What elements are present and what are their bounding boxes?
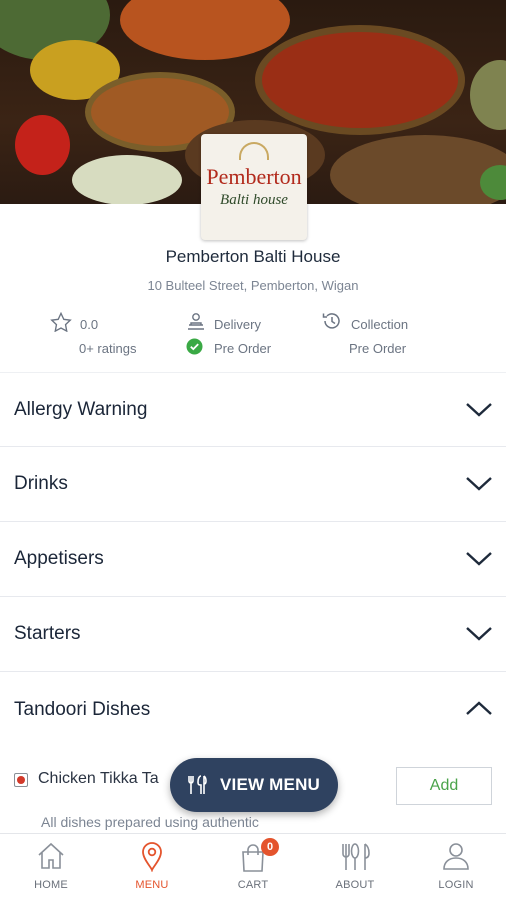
dish-description: All dishes prepared using authentic bbox=[41, 814, 259, 830]
category-starters[interactable]: Starters bbox=[0, 597, 506, 672]
chevron-down-icon bbox=[466, 403, 492, 417]
category-drinks[interactable]: Drinks bbox=[0, 447, 506, 522]
collection-label: Collection bbox=[351, 317, 409, 332]
nav-home[interactable]: HOME bbox=[11, 834, 91, 900]
nav-label: CART bbox=[237, 879, 269, 891]
collection-stat: Collection Pre Order bbox=[321, 310, 441, 362]
nav-menu[interactable]: MENU bbox=[112, 834, 192, 900]
logo-text-line2: Balti house bbox=[220, 191, 288, 208]
category-label: Appetisers bbox=[14, 548, 104, 569]
dish-name: Chicken Tikka Ta bbox=[38, 770, 159, 787]
dish-veg-indicator bbox=[14, 773, 28, 787]
nav-cart[interactable]: 0 CART bbox=[213, 834, 293, 900]
user-icon bbox=[443, 843, 469, 870]
nav-label: ABOUT bbox=[335, 879, 375, 891]
star-icon bbox=[50, 312, 72, 332]
nav-about[interactable]: ABOUT bbox=[315, 834, 395, 900]
menu-category-list: Allergy Warning Drinks Appetisers Starte… bbox=[0, 372, 506, 747]
category-label: Drinks bbox=[14, 473, 68, 494]
restaurant-logo: Pemberton Balti house bbox=[201, 134, 307, 240]
category-tandoori-dishes[interactable]: Tandoori Dishes bbox=[0, 672, 506, 747]
category-appetisers[interactable]: Appetisers bbox=[0, 522, 506, 597]
nav-label: HOME bbox=[34, 879, 68, 891]
clock-history-icon bbox=[322, 313, 340, 329]
category-label: Allergy Warning bbox=[14, 398, 148, 420]
chevron-down-icon bbox=[466, 627, 492, 641]
ratings-count: 0+ ratings bbox=[79, 341, 137, 356]
home-icon bbox=[38, 842, 64, 869]
rating-stat: 0.0 0+ ratings bbox=[50, 312, 160, 362]
chevron-up-icon bbox=[466, 701, 492, 715]
map-pin-icon bbox=[142, 842, 162, 872]
logo-ornament bbox=[239, 142, 269, 160]
view-menu-button[interactable]: VIEW MENU bbox=[170, 758, 338, 812]
delivery-label: Delivery bbox=[214, 317, 261, 332]
view-menu-label: VIEW MENU bbox=[220, 775, 321, 794]
collection-status: Pre Order bbox=[349, 341, 407, 356]
category-label: Starters bbox=[14, 623, 81, 644]
delivery-icon bbox=[188, 313, 204, 330]
restaurant-name: Pemberton Balti House bbox=[165, 247, 341, 266]
restaurant-address: 10 Bulteel Street, Pemberton, Wigan bbox=[147, 278, 359, 293]
delivery-stat: Delivery Pre Order bbox=[186, 312, 306, 362]
check-circle-icon bbox=[186, 338, 203, 355]
nav-label: LOGIN bbox=[438, 879, 474, 891]
cart-count-badge: 0 bbox=[261, 838, 279, 856]
delivery-status: Pre Order bbox=[214, 341, 272, 356]
category-allergy-warning[interactable]: Allergy Warning bbox=[0, 372, 506, 447]
nav-label: MENU bbox=[135, 879, 169, 891]
bottom-navigation: HOME MENU 0 CART ABOUT LOGIN bbox=[0, 833, 506, 900]
nav-login[interactable]: LOGIN bbox=[416, 834, 496, 900]
add-to-cart-button[interactable]: Add bbox=[396, 767, 492, 805]
logo-text-line1: Pemberton bbox=[206, 163, 302, 189]
chevron-down-icon bbox=[466, 552, 492, 566]
cutlery-icon bbox=[342, 843, 370, 870]
rating-value: 0.0 bbox=[80, 317, 99, 332]
chevron-down-icon bbox=[466, 477, 492, 491]
cutlery-icon bbox=[188, 775, 207, 794]
category-label: Tandoori Dishes bbox=[14, 698, 151, 720]
